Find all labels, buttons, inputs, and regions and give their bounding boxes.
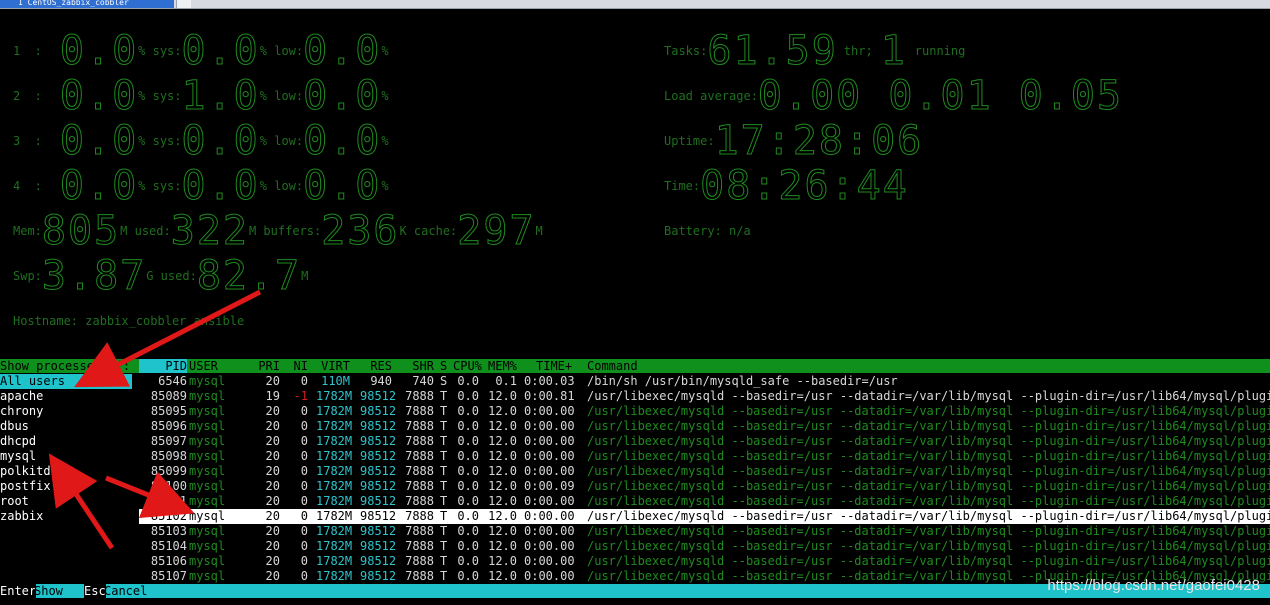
arrow-to-all-users (74, 289, 262, 388)
arrow-to-mysql (48, 453, 115, 550)
arrow-to-selected-row (105, 471, 195, 519)
annotation-arrows (48, 289, 262, 550)
